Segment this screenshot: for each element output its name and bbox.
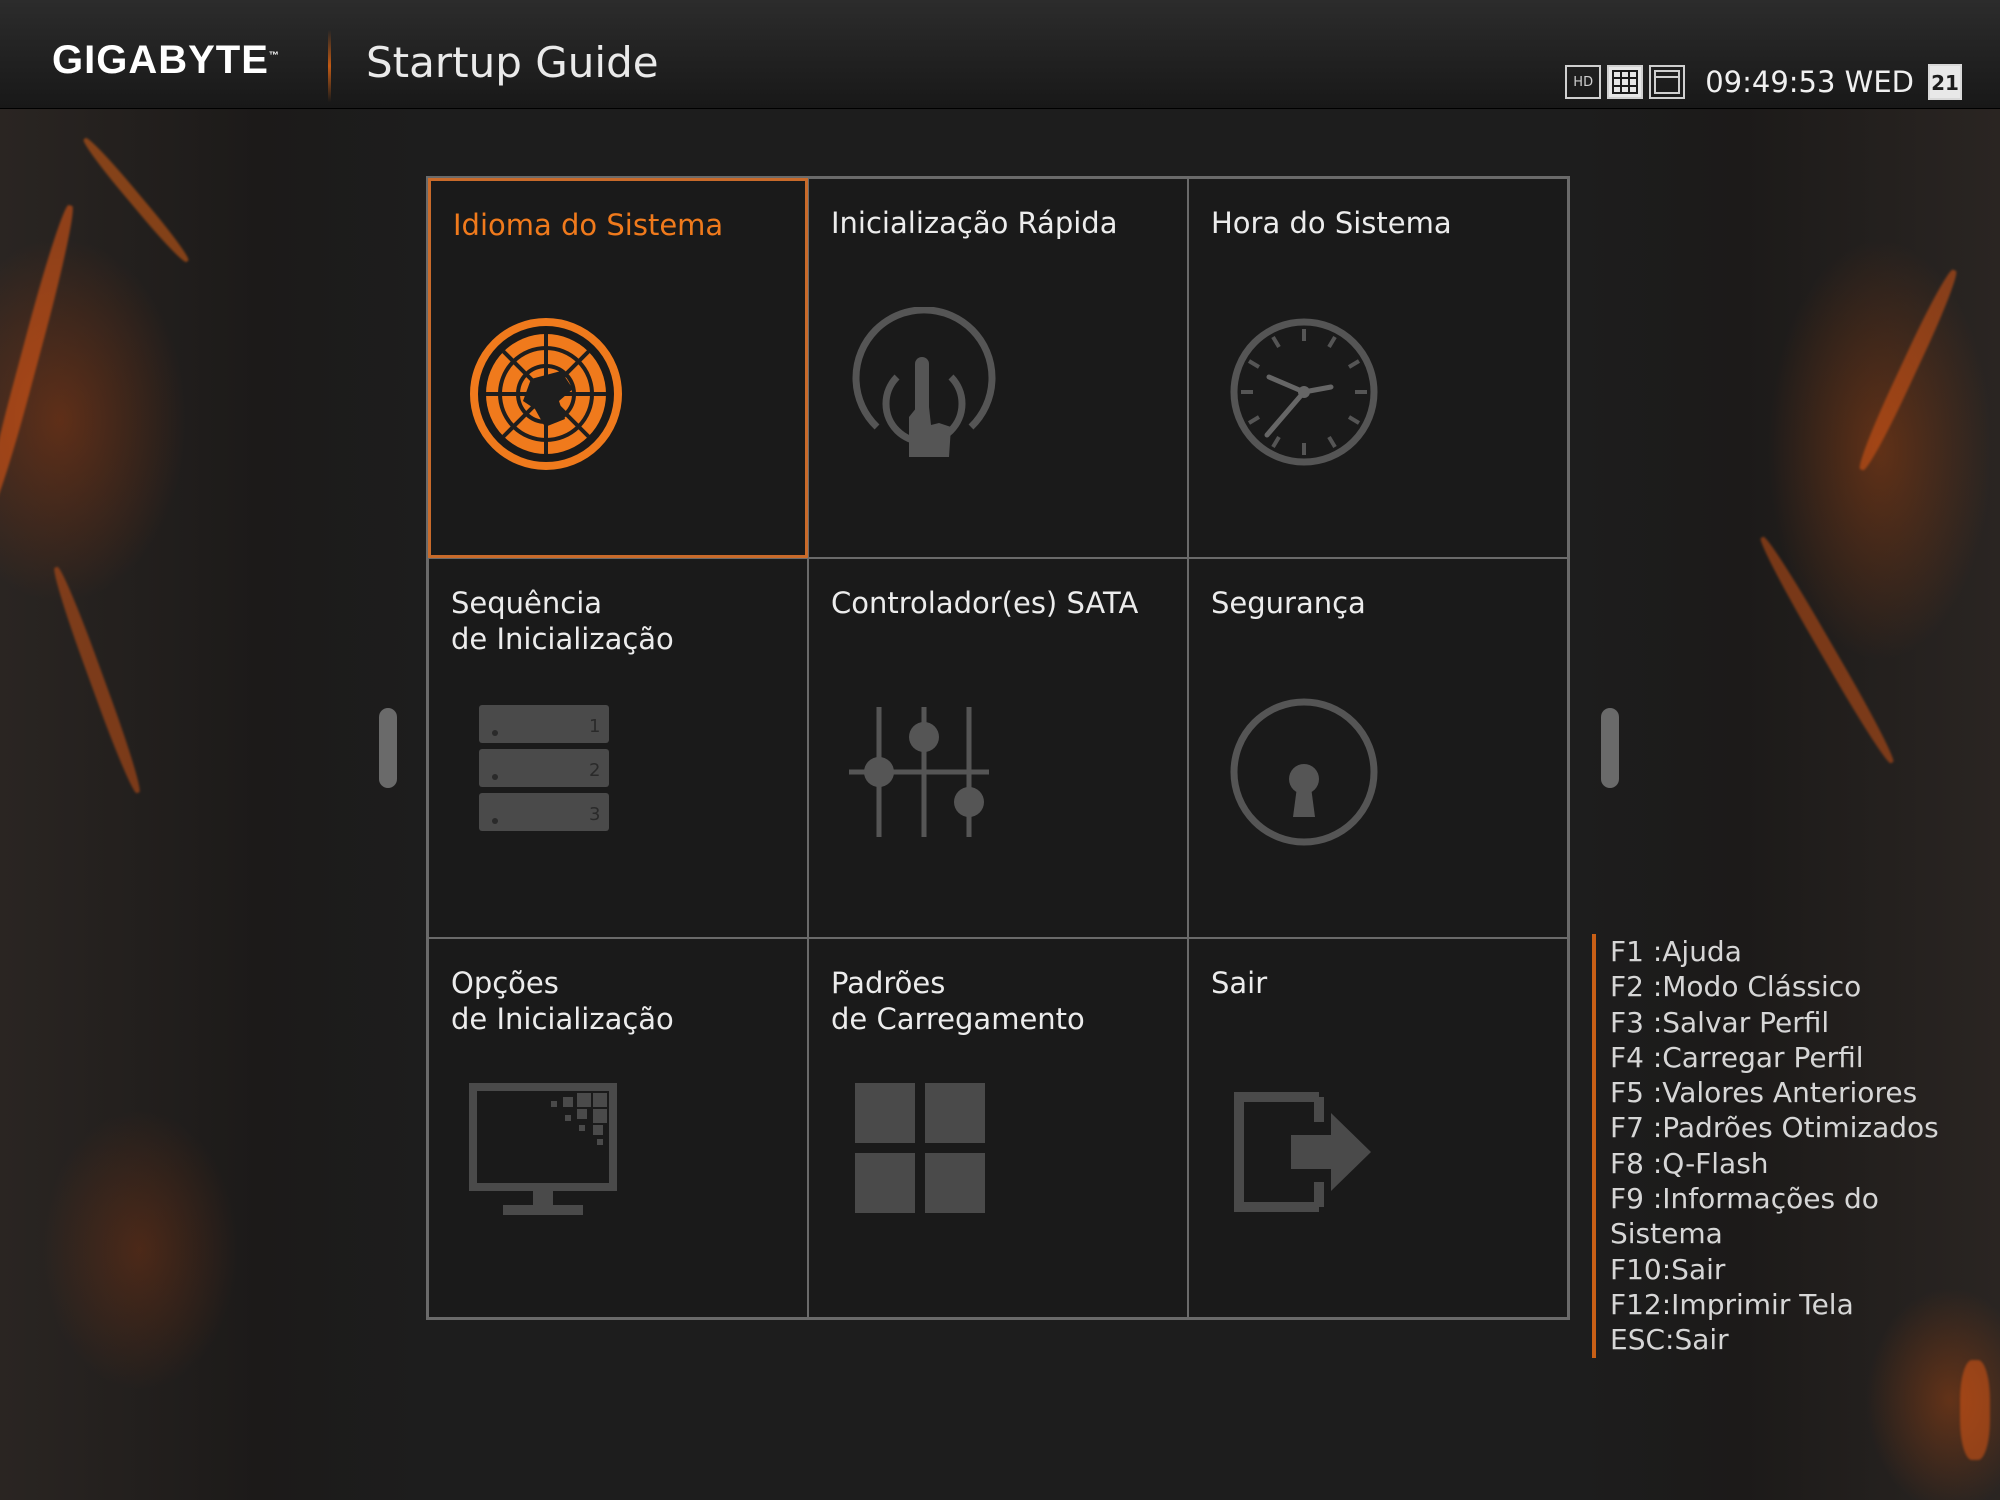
hd-mode-icon[interactable]: HD <box>1565 65 1602 99</box>
svg-text:3: 3 <box>589 804 600 825</box>
tile-label: Idioma do Sistema <box>453 208 724 242</box>
tile-label: Sair <box>1211 966 1268 1000</box>
hotkey-optimized-defaults[interactable]: F7 :Padrões Otimizados <box>1610 1110 1939 1145</box>
scroll-left-handle[interactable] <box>379 708 397 788</box>
status-bar: HD 09:49:53 WED 21 <box>1565 62 1962 102</box>
tile-security[interactable]: Segurança <box>1188 558 1568 938</box>
grid-mode-icon[interactable] <box>1607 65 1644 99</box>
tile-system-time[interactable]: Hora do Sistema <box>1188 178 1568 558</box>
tile-label: Padrões de Carregamento <box>831 966 1085 1036</box>
tile-label: Inicialização Rápida <box>831 206 1118 240</box>
tile-system-language[interactable]: Idioma do Sistema <box>428 178 808 558</box>
hotkey-previous-values[interactable]: F5 :Valores Anteriores <box>1610 1075 1939 1110</box>
tile-label: Controlador(es) SATA <box>831 586 1139 620</box>
hotkey-legend: F1 :Ajuda F2 :Modo Clássico F3 :Salvar P… <box>1592 934 1939 1358</box>
clock-icon <box>1230 318 1378 466</box>
startup-tile-grid: Idioma do Sistema Inicialização Rápida H… <box>426 176 1570 1320</box>
exit-icon <box>1234 1092 1371 1212</box>
hotkey-system-info-cont[interactable]: Sistema <box>1610 1216 1939 1251</box>
scroll-right-handle[interactable] <box>1601 708 1619 788</box>
hotkey-qflash[interactable]: F8 :Q-Flash <box>1610 1146 1939 1181</box>
sliders-icon <box>849 707 989 837</box>
tile-label: Opções de Inicialização <box>451 966 674 1036</box>
hotkey-print-screen[interactable]: F12:Imprimir Tela <box>1610 1287 1939 1322</box>
tile-label: Sequência de Inicialização <box>451 586 674 656</box>
monitor-icon <box>469 1083 617 1215</box>
window-mode-icon[interactable] <box>1649 65 1686 99</box>
lava-crack <box>1960 1360 1990 1460</box>
hotkey-classic-mode[interactable]: F2 :Modo Clássico <box>1610 969 1939 1004</box>
svg-text:1: 1 <box>589 716 600 737</box>
header-bar: GIGABYTE™ Startup Guide HD 09:49:53 WED … <box>0 0 2000 109</box>
power-touch-icon <box>852 307 996 457</box>
hotkey-esc-exit[interactable]: ESC:Sair <box>1610 1322 1939 1357</box>
tile-label: Segurança <box>1211 586 1366 620</box>
tile-boot-sequence[interactable]: Sequência de Inicialização 1 2 3 <box>428 558 808 938</box>
windows-grid-icon <box>855 1083 985 1213</box>
hotkey-system-info[interactable]: F9 :Informações do <box>1610 1181 1939 1216</box>
tile-fast-boot[interactable]: Inicialização Rápida <box>808 178 1188 558</box>
keyhole-icon <box>1230 698 1378 846</box>
tile-exit[interactable]: Sair <box>1188 938 1568 1318</box>
page-title: Startup Guide <box>366 38 659 87</box>
hotkey-exit[interactable]: F10:Sair <box>1610 1252 1939 1287</box>
tile-boot-options[interactable]: Opções de Inicialização <box>428 938 808 1318</box>
globe-icon <box>470 318 622 470</box>
clock: 09:49:53 WED <box>1705 65 1914 99</box>
calendar-icon: 21 <box>1928 64 1962 100</box>
hotkey-save-profile[interactable]: F3 :Salvar Perfil <box>1610 1005 1939 1040</box>
tile-label: Hora do Sistema <box>1211 206 1452 240</box>
header-divider <box>328 30 331 102</box>
hotkey-load-profile[interactable]: F4 :Carregar Perfil <box>1610 1040 1939 1075</box>
hotkey-help[interactable]: F1 :Ajuda <box>1610 934 1939 969</box>
tile-sata-controllers[interactable]: Controlador(es) SATA <box>808 558 1188 938</box>
boot-order-icon: 1 2 3 <box>479 705 609 831</box>
tile-load-defaults[interactable]: Padrões de Carregamento <box>808 938 1188 1318</box>
svg-text:2: 2 <box>589 760 600 781</box>
gigabyte-logo: GIGABYTE™ <box>52 38 280 82</box>
